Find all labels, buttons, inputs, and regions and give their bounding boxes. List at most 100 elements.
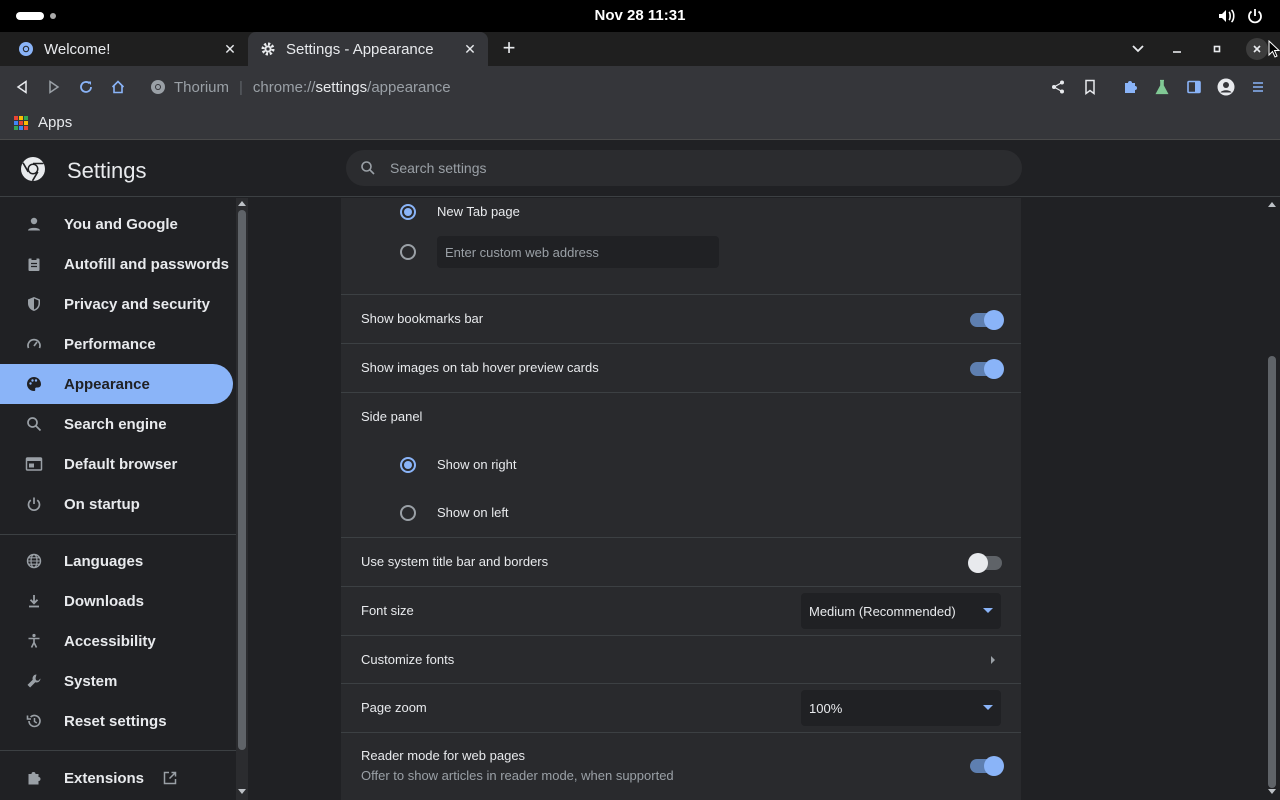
power-icon (24, 494, 44, 514)
sidebar-item-search-engine[interactable]: Search engine (0, 404, 233, 444)
sidebar-item-extensions[interactable]: Extensions (0, 758, 233, 798)
sidebar-scrollbar[interactable] (236, 198, 248, 800)
side-panel-right-label: Show on right (437, 457, 517, 472)
sidebar-item-label: Performance (64, 335, 156, 353)
sidebar-scroll-thumb[interactable] (238, 210, 246, 750)
browser-icon (24, 454, 44, 474)
customize-fonts-row[interactable]: Customize fonts (341, 635, 1021, 683)
volume-icon[interactable] (1216, 6, 1236, 26)
search-settings-box[interactable] (346, 150, 1022, 186)
scroll-down-arrow-icon[interactable] (1268, 789, 1276, 794)
sidebar-item-label: Search engine (64, 415, 167, 433)
page-zoom-label: Page zoom (361, 700, 427, 715)
show-bookmarks-bar-toggle[interactable] (970, 310, 1004, 330)
person-icon (24, 214, 44, 234)
activities-indicator[interactable] (16, 12, 44, 20)
tab-close-icon[interactable]: ✕ (220, 39, 240, 59)
wrench-icon (24, 671, 44, 691)
accessibility-icon (24, 631, 44, 651)
reader-mode-row[interactable]: Reader mode for web pages Offer to show … (341, 732, 1021, 800)
font-size-value: Medium (Recommended) (809, 603, 956, 619)
forward-icon[interactable] (44, 77, 64, 97)
font-size-label: Font size (361, 603, 414, 618)
reader-mode-toggle[interactable] (970, 756, 1004, 776)
custom-web-address-input[interactable] (437, 236, 719, 268)
tab-title: Settings - Appearance (286, 40, 434, 58)
home-new-tab-radio[interactable] (400, 204, 416, 220)
reader-mode-description: Offer to show articles in reader mode, w… (361, 768, 674, 783)
shield-icon (24, 294, 44, 314)
sidebar-item-downloads[interactable]: Downloads (0, 581, 233, 621)
sidebar-item-you-and-google[interactable]: You and Google (0, 204, 233, 244)
page-zoom-select[interactable]: 100% (801, 690, 1001, 726)
history-icon (24, 711, 44, 731)
customize-fonts-label: Customize fonts (361, 652, 455, 667)
sidebar-item-system[interactable]: System (0, 661, 233, 701)
show-bookmarks-bar-label: Show bookmarks bar (361, 311, 484, 326)
sidebar-item-on-startup[interactable]: On startup (0, 484, 233, 524)
tab-search-chevron-icon[interactable] (1127, 38, 1149, 60)
maximize-icon[interactable] (1206, 38, 1228, 60)
side-panel-left-radio[interactable] (400, 505, 416, 521)
sidebar-item-privacy[interactable]: Privacy and security (0, 284, 233, 324)
mouse-cursor-icon (1268, 39, 1280, 58)
system-title-bar-row[interactable]: Use system title bar and borders (341, 537, 1021, 586)
tab-settings-appearance[interactable]: Settings - Appearance ✕ (248, 32, 488, 66)
sidebar-item-default-browser[interactable]: Default browser (0, 444, 233, 484)
minimize-icon[interactable] (1166, 38, 1188, 60)
side-panel-left-label: Show on left (437, 505, 509, 520)
sidebar-item-label: Autofill and passwords (64, 255, 230, 273)
dropdown-caret-icon (983, 608, 993, 613)
sidebar-item-label: Downloads (64, 592, 145, 610)
search-settings-input[interactable] (390, 160, 990, 176)
back-icon[interactable] (12, 77, 32, 97)
show-bookmarks-bar-row[interactable]: Show bookmarks bar (341, 294, 1021, 343)
appearance-card: New Tab page Show bookmarks bar Show ima… (341, 198, 1021, 800)
font-size-select[interactable]: Medium (Recommended) (801, 593, 1001, 629)
reload-icon[interactable] (76, 77, 96, 97)
sidebar-item-languages[interactable]: Languages (0, 541, 233, 581)
show-images-hover-row[interactable]: Show images on tab hover preview cards (341, 343, 1021, 392)
sidebar-item-label: Privacy and security (64, 295, 210, 313)
side-panel-row: Side panel Show on right Show on left (341, 392, 1021, 537)
sidebar-item-label: Appearance (64, 375, 150, 393)
chevron-right-icon (987, 654, 999, 666)
font-size-row: Font size Medium (Recommended) (341, 586, 1021, 635)
side-panel-right-radio[interactable] (400, 457, 416, 473)
tab-welcome[interactable]: Welcome! ✕ (0, 32, 248, 66)
show-images-hover-toggle[interactable] (970, 359, 1004, 379)
address-bar[interactable]: Thorium | chrome://settings/appearance (142, 71, 1272, 103)
sidebar-item-label: You and Google (64, 215, 178, 233)
show-images-hover-label: Show images on tab hover preview cards (361, 360, 599, 375)
tab-close-icon[interactable]: ✕ (460, 39, 480, 59)
sidebar-item-accessibility[interactable]: Accessibility (0, 621, 233, 661)
workspace-dot (50, 13, 56, 19)
puzzle-icon (24, 768, 44, 788)
sidebar-item-reset-settings[interactable]: Reset settings (0, 701, 233, 741)
close-window-icon[interactable] (1246, 38, 1268, 60)
search-icon (24, 414, 44, 434)
sidebar-item-autofill[interactable]: Autofill and passwords (0, 244, 233, 284)
settings-header: Settings (0, 141, 1280, 197)
power-menu-icon[interactable] (1245, 6, 1265, 26)
sidebar-divider (0, 534, 236, 535)
apps-label: Apps (38, 114, 73, 131)
scroll-down-arrow-icon[interactable] (238, 789, 246, 794)
new-tab-button[interactable]: + (498, 37, 520, 60)
sidebar-item-performance[interactable]: Performance (0, 324, 233, 364)
page-scrollbar[interactable] (1264, 198, 1280, 800)
apps-shortcut[interactable]: Apps (14, 114, 72, 131)
palette-icon (24, 374, 44, 394)
system-clock[interactable]: Nov 28 11:31 (595, 7, 686, 24)
page-scroll-thumb[interactable] (1268, 356, 1276, 788)
system-title-bar-toggle[interactable] (968, 553, 1002, 573)
globe-icon (24, 551, 44, 571)
scroll-up-arrow-icon[interactable] (238, 201, 246, 206)
home-custom-radio[interactable] (400, 244, 416, 260)
home-icon[interactable] (108, 77, 128, 97)
sidebar-divider (0, 750, 236, 751)
scroll-up-arrow-icon[interactable] (1268, 202, 1276, 207)
site-info-icon[interactable] (150, 79, 166, 95)
sidebar-item-appearance[interactable]: Appearance (0, 364, 233, 404)
system-top-bar: Nov 28 11:31 (0, 0, 1280, 32)
